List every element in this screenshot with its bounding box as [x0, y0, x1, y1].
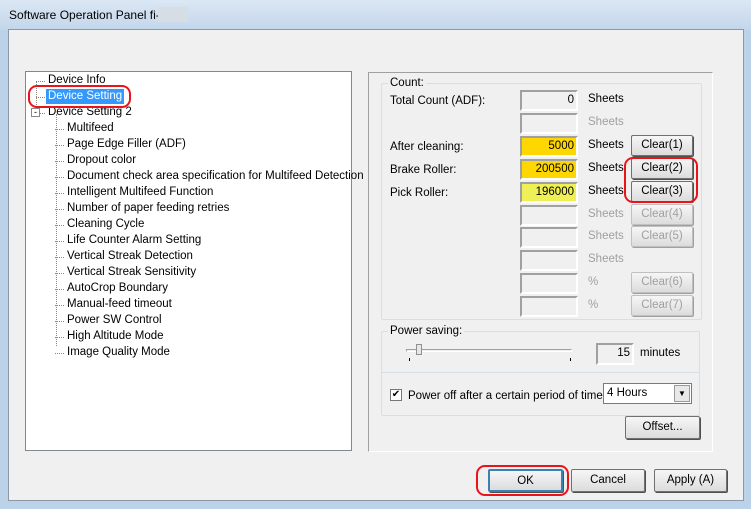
collapse-icon[interactable]: -	[31, 108, 40, 117]
redacted-model	[158, 7, 188, 22]
highlight-clear-buttons	[624, 157, 698, 203]
tree-item-label[interactable]: Number of paper feeding retries	[65, 201, 231, 216]
apply-button[interactable]: Apply (A)	[654, 469, 727, 492]
tree-item-label[interactable]: AutoCrop Boundary	[65, 281, 170, 296]
count-label: Pick Roller:	[390, 186, 449, 199]
count-field	[520, 296, 578, 318]
tree-item-label[interactable]: Power SW Control	[65, 313, 164, 328]
clear-button[interactable]: Clear(1)	[631, 134, 693, 156]
title-bar: Software Operation Panel fi-	[0, 0, 751, 30]
count-unit: Sheets	[588, 207, 624, 220]
count-field	[520, 273, 578, 295]
clear-button[interactable]: Clear(5)	[631, 226, 693, 248]
power-off-dropdown[interactable]: 4 Hours ▼	[603, 383, 692, 404]
clear-button[interactable]: Clear(6)	[631, 272, 693, 294]
count-legend: Count:	[390, 77, 424, 89]
highlight-ok	[476, 465, 569, 496]
count-unit: Sheets	[588, 253, 624, 266]
dropdown-value: 4 Hours	[607, 387, 648, 399]
count-unit: Sheets	[588, 161, 624, 174]
count-unit: %	[588, 299, 599, 312]
chevron-down-icon[interactable]: ▼	[674, 385, 690, 402]
tree-item-label[interactable]: Vertical Streak Sensitivity	[65, 265, 198, 280]
count-field: 200500	[520, 158, 578, 180]
count-field: 0	[520, 90, 578, 111]
minutes-label: minutes	[640, 347, 681, 359]
power-off-label: Power off after a certain period of time	[408, 390, 603, 402]
count-unit: Sheets	[588, 230, 624, 243]
tree-line	[55, 353, 64, 354]
count-unit: Sheets	[588, 184, 624, 197]
tree-item-label[interactable]: Multifeed	[65, 121, 116, 136]
count-field	[520, 227, 578, 249]
tree-item-label[interactable]: High Altitude Mode	[65, 329, 166, 344]
window-title: Software Operation Panel fi-	[9, 8, 160, 22]
tree-item-label[interactable]: Dropout color	[65, 153, 138, 168]
count-field	[520, 112, 578, 134]
count-label: Brake Roller:	[390, 163, 457, 176]
clear-button[interactable]: Clear(7)	[631, 295, 693, 317]
tree-item-label[interactable]: Image Quality Mode	[65, 345, 172, 360]
minutes-field[interactable]: 15	[596, 343, 634, 365]
count-unit: Sheets	[588, 138, 624, 151]
tree-item-label[interactable]: Page Edge Filler (ADF)	[65, 137, 188, 152]
tree-item-label[interactable]: Intelligent Multifeed Function	[65, 185, 215, 200]
slider-thumb[interactable]	[415, 344, 422, 355]
count-label: After cleaning:	[390, 140, 464, 153]
cancel-button[interactable]: Cancel	[571, 469, 645, 492]
tree-item-label[interactable]: Vertical Streak Detection	[65, 249, 195, 264]
count-field: 196000	[520, 181, 578, 203]
tree-item-label[interactable]: Cleaning Cycle	[65, 217, 146, 232]
count-field	[520, 250, 578, 272]
offset-button[interactable]: Offset...	[625, 416, 700, 439]
count-unit: %	[588, 276, 599, 289]
count-label: Total Count (ADF):	[390, 95, 486, 107]
tree-item-label[interactable]: Life Counter Alarm Setting	[65, 233, 203, 248]
settings-tree[interactable]: Device Info Device Setting Device Setting …	[25, 71, 364, 451]
count-field: 5000	[520, 135, 578, 157]
power-saving-slider[interactable]	[406, 344, 574, 362]
tree-item-label[interactable]: Manual-feed timeout	[65, 297, 174, 312]
count-unit: Sheets	[588, 115, 624, 128]
clear-button[interactable]: Clear(4)	[631, 203, 693, 225]
tree-line	[56, 114, 57, 346]
tree-line	[36, 81, 45, 82]
count-field	[520, 204, 578, 226]
tree-item-label[interactable]: Document check area specification for Mu…	[65, 169, 366, 184]
count-unit: Sheets	[588, 93, 624, 105]
highlight-device-setting	[28, 85, 131, 108]
power-off-checkbox[interactable]: ✔	[390, 389, 402, 401]
power-saving-legend: Power saving:	[390, 325, 463, 337]
